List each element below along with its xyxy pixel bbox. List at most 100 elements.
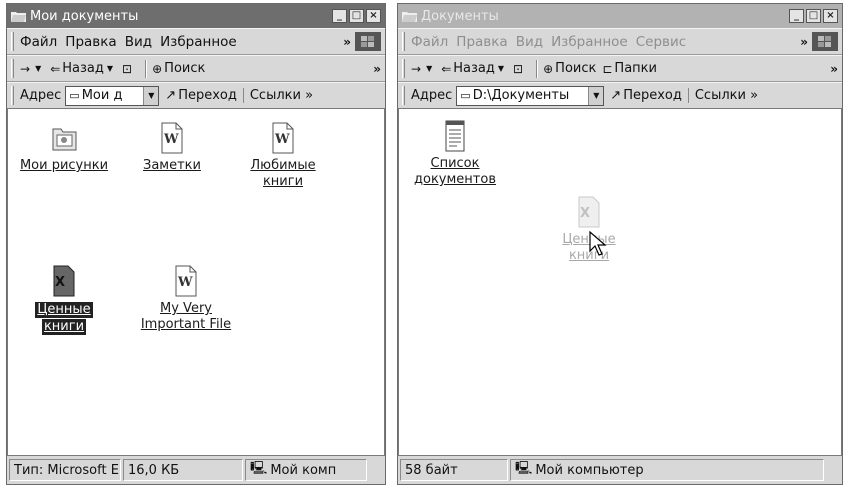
file-item-favorite-books[interactable]: W Любимые книги <box>233 121 333 190</box>
svg-text:W: W <box>274 132 290 147</box>
status-zone: 🖳 Мой комп <box>245 459 367 481</box>
file-label: Любимые <box>250 158 316 173</box>
toolbar-grip[interactable] <box>402 32 405 51</box>
go-button[interactable]: ↗ Переход <box>610 88 682 103</box>
file-label: Список <box>430 156 480 171</box>
menu-view[interactable]: Вид <box>516 34 543 50</box>
go-label: Переход <box>623 88 682 103</box>
word-document-icon: W <box>272 122 294 154</box>
file-item-document-list[interactable]: Список документов <box>405 119 505 188</box>
file-item-valuable-books[interactable]: X Ценные книги <box>14 264 114 335</box>
menu-bar: Файл Правка Вид Избранное » <box>7 28 385 55</box>
back-button[interactable]: ⇐ Назад ▼ <box>50 61 116 76</box>
chevron-right-icon[interactable]: » <box>800 35 808 49</box>
close-button[interactable]: × <box>823 9 838 23</box>
separator <box>536 59 539 78</box>
menu-bar: Файл Правка Вид Избранное Сервис » <box>398 28 842 55</box>
address-label: Адрес <box>411 88 453 103</box>
file-label-line2: Important File <box>140 317 232 332</box>
folder-pictures-icon <box>52 128 77 151</box>
word-document-icon: W <box>175 265 197 297</box>
search-label: Поиск <box>164 61 206 76</box>
minimize-button[interactable]: _ <box>332 9 347 23</box>
forward-button[interactable]: → ▼ <box>20 62 44 76</box>
dropdown-arrow-icon[interactable]: ▼ <box>35 64 41 73</box>
toolbar-grip[interactable] <box>11 59 14 78</box>
back-button[interactable]: ⇐ Назад ▼ <box>441 61 507 76</box>
documents-window[interactable]: Документы _ □ × Файл Правка Вид Избранно… <box>397 3 843 485</box>
status-size: 58 байт <box>400 459 508 481</box>
address-dropdown-button[interactable]: ▼ <box>143 86 159 105</box>
menu-file[interactable]: Файл <box>20 34 57 50</box>
resize-grip[interactable] <box>826 459 840 481</box>
word-document-icon: W <box>161 122 183 154</box>
search-button[interactable]: ⊕ Поиск <box>543 61 596 76</box>
toolbar-grip[interactable] <box>11 86 14 105</box>
links-button[interactable]: Ссылки » <box>242 88 313 103</box>
folders-button[interactable]: ⊏ Папки <box>602 61 657 76</box>
file-list[interactable]: Мои рисунки W Заметки W Любимые книги X … <box>7 108 385 456</box>
chevron-right-icon[interactable]: » <box>343 35 351 49</box>
status-bar: Тип: Microsoft E 16,0 КБ 🖳 Мой комп <box>7 456 385 484</box>
back-label: Назад <box>453 61 495 76</box>
up-button[interactable]: ⊡ <box>122 62 134 76</box>
menu-file[interactable]: Файл <box>411 34 448 50</box>
menu-tools[interactable]: Сервис <box>636 34 686 50</box>
status-zone: 🖳 Мой компьютер <box>510 459 824 481</box>
folder-up-icon: ⊡ <box>122 61 133 76</box>
toolbar-grip[interactable] <box>402 59 405 78</box>
menu-favorites[interactable]: Избранное <box>551 34 628 50</box>
toolbar-grip[interactable] <box>11 32 14 51</box>
links-button[interactable]: Ссылки » <box>687 88 758 103</box>
go-button[interactable]: ↗ Переход <box>165 88 237 103</box>
search-button[interactable]: ⊕ Поиск <box>152 61 205 76</box>
toolbar-grip[interactable] <box>402 86 405 105</box>
file-item-notes[interactable]: W Заметки <box>122 121 222 174</box>
folder-icon: ▭ <box>69 89 80 102</box>
menu-edit[interactable]: Правка <box>65 34 116 50</box>
my-documents-window[interactable]: Мои документы _ □ × Файл Правка Вид Избр… <box>6 3 386 485</box>
drive-icon: ▭ <box>460 89 471 102</box>
dropdown-arrow-icon[interactable]: ▼ <box>426 64 432 73</box>
windows-logo-icon <box>812 32 838 51</box>
maximize-button[interactable]: □ <box>806 9 821 23</box>
up-button[interactable]: ⊡ <box>513 62 525 76</box>
menu-edit[interactable]: Правка <box>456 34 507 50</box>
address-input[interactable]: ▭ D:\Документы ▼ <box>456 85 605 106</box>
menu-favorites[interactable]: Избранное <box>160 34 237 50</box>
arrow-left-icon: ⇐ <box>441 61 452 76</box>
standard-toolbar: → ▼ ⇐ Назад ▼ ⊡ ⊕ Поиск ⊏ Папки » <box>398 55 842 82</box>
minimize-button[interactable]: _ <box>789 9 804 23</box>
address-bar: Адрес ▭ Мои д ▼ ↗ Переход Ссылки » <box>7 82 385 109</box>
chevron-right-icon[interactable]: » <box>373 62 381 76</box>
file-item-my-very-important-file[interactable]: W My Very Important File <box>126 264 246 333</box>
title-bar[interactable]: Документы _ □ × <box>398 4 842 28</box>
arrow-right-icon: → <box>20 61 31 76</box>
maximize-button[interactable]: □ <box>349 9 364 23</box>
text-document-icon <box>445 120 465 152</box>
forward-button[interactable]: → ▼ <box>411 62 435 76</box>
menu-view[interactable]: Вид <box>125 34 152 50</box>
chevron-right-icon[interactable]: » <box>830 62 838 76</box>
resize-grip[interactable] <box>369 459 383 481</box>
file-item-my-pictures[interactable]: Мои рисунки <box>14 121 114 174</box>
title-bar[interactable]: Мои документы _ □ × <box>7 4 385 28</box>
status-type: Тип: Microsoft E <box>9 459 121 481</box>
arrow-right-icon: → <box>411 61 422 76</box>
computer-icon: 🖳 <box>250 461 268 476</box>
dropdown-arrow-icon[interactable]: ▼ <box>107 64 113 73</box>
standard-toolbar: → ▼ ⇐ Назад ▼ ⊡ ⊕ Поиск » <box>7 55 385 82</box>
folder-icon <box>402 10 417 23</box>
close-button[interactable]: × <box>366 9 381 23</box>
separator <box>145 59 148 78</box>
dropdown-arrow-icon[interactable]: ▼ <box>498 64 504 73</box>
search-label: Поиск <box>555 61 597 76</box>
links-label: Ссылки <box>694 88 746 103</box>
status-computer: Мой компьютер <box>535 462 644 478</box>
file-list[interactable]: Список документов X Ценные книги <box>398 108 842 456</box>
address-dropdown-button[interactable]: ▼ <box>588 86 604 105</box>
address-input[interactable]: ▭ Мои д ▼ <box>65 85 160 106</box>
excel-document-icon: X <box>53 265 75 297</box>
windows-logo-icon <box>355 32 381 51</box>
folders-icon: ⊏ <box>602 61 613 76</box>
